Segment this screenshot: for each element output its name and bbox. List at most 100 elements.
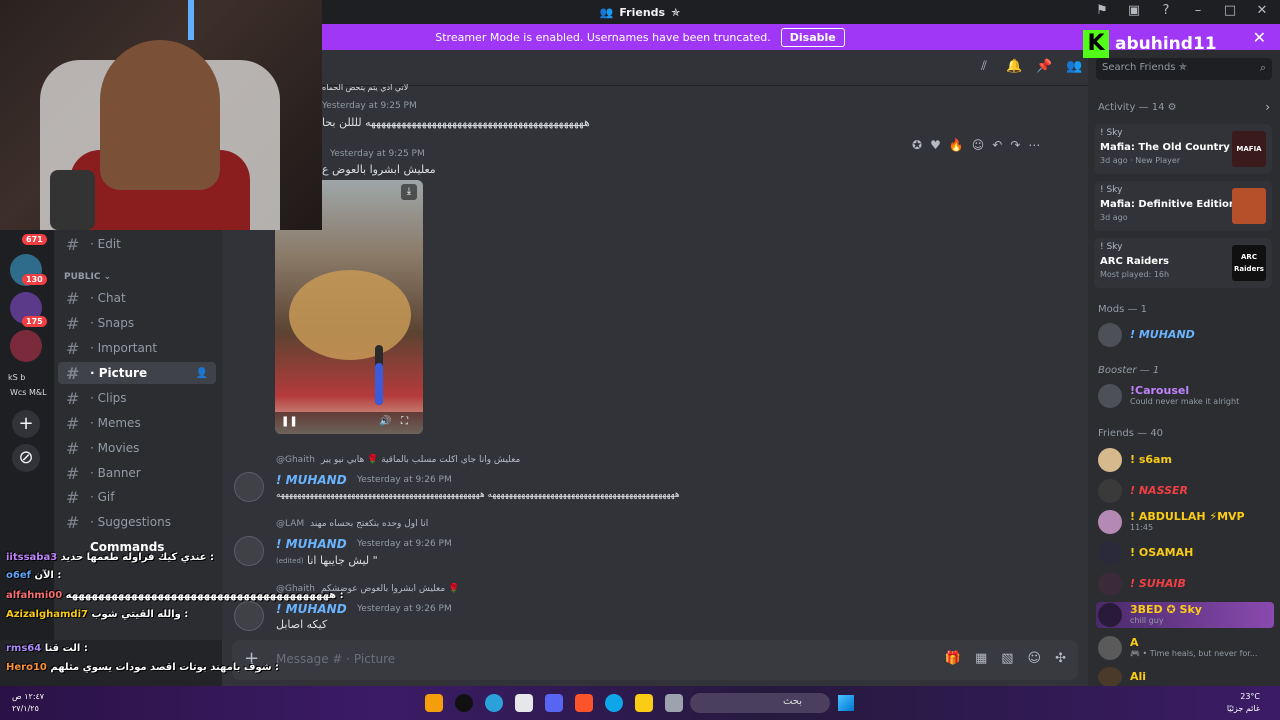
- system-clock[interactable]: ١٢:٤٧ ص ٢٧/١/٢٥: [12, 691, 44, 715]
- members-icon[interactable]: 👥: [1066, 59, 1082, 75]
- vlc-icon[interactable]: [425, 694, 443, 712]
- avatar[interactable]: [234, 536, 264, 566]
- message-input-bar: + Message # · Picture 🎁 ▦ ▧ ☺ ✣: [232, 640, 1078, 680]
- category-public[interactable]: PUBLIC ⌄: [64, 272, 111, 282]
- download-icon[interactable]: ⤓: [401, 184, 417, 200]
- member-item[interactable]: 3BED ✪ Sky chill guy: [1096, 602, 1274, 628]
- weather-temp: 23°C: [1240, 692, 1260, 701]
- avatar[interactable]: [234, 601, 264, 631]
- sticker-icon[interactable]: ▧: [1001, 651, 1013, 666]
- channel-memes[interactable]: # · Memes: [58, 412, 216, 434]
- avatar[interactable]: [234, 472, 264, 502]
- disable-button[interactable]: Disable: [780, 27, 845, 47]
- threads-icon[interactable]: ⫽: [976, 59, 992, 75]
- channel-label: · Movies: [90, 441, 140, 455]
- window-title: 👥 Friends ✯: [600, 6, 681, 19]
- channel-picture[interactable]: # · Picture 👤: [58, 362, 216, 384]
- channel-banner[interactable]: # · Banner: [58, 462, 216, 484]
- volume-slider[interactable]: [375, 345, 383, 405]
- gif-icon[interactable]: ▦: [975, 651, 987, 666]
- pin-icon[interactable]: 📌: [1036, 59, 1052, 75]
- search-friends-input[interactable]: Search Friends ✯ ⌕: [1096, 58, 1272, 80]
- message-input[interactable]: Message # · Picture: [276, 652, 395, 666]
- taskbar-apps: [425, 694, 683, 712]
- bell-icon[interactable]: 🔔: [1006, 59, 1022, 75]
- message-author[interactable]: ! MUHAND: [276, 473, 347, 487]
- brave-icon[interactable]: [575, 694, 593, 712]
- avatar: [1098, 479, 1122, 503]
- game-art: ARC Raiders: [1232, 245, 1266, 281]
- channel-chat[interactable]: # · Chat: [58, 287, 216, 309]
- clock-time: ١٢:٤٧ ص: [12, 692, 45, 701]
- obs-icon[interactable]: [455, 694, 473, 712]
- game-art: MAFIA: [1232, 131, 1266, 167]
- chevron-right-icon[interactable]: ›: [1265, 100, 1270, 114]
- telegram-icon[interactable]: [485, 694, 503, 712]
- webcam-overlay: [0, 0, 322, 230]
- server-folder-label-2[interactable]: Wcs M&L: [10, 388, 47, 397]
- maximize-icon[interactable]: □: [1222, 3, 1238, 19]
- reply-icon[interactable]: ↶: [992, 138, 1002, 152]
- reply-preview[interactable]: @Ghaith معليش وانا جاي اكلت مسلب بالماقية…: [276, 455, 520, 465]
- screen-icon[interactable]: ▣: [1126, 3, 1142, 19]
- channel-edit[interactable]: # · Edit: [58, 233, 216, 255]
- member-item[interactable]: ! s6am: [1096, 447, 1274, 473]
- member-item[interactable]: ! ABDULLAH ⚡MVP 11:45: [1096, 509, 1274, 535]
- gift-icon[interactable]: 🎁: [945, 651, 961, 666]
- channel-movies[interactable]: # · Movies: [58, 437, 216, 459]
- apps-icon[interactable]: ✣: [1055, 651, 1066, 666]
- windows-start-icon[interactable]: [838, 695, 854, 711]
- member-item[interactable]: ! NASSER: [1096, 478, 1274, 504]
- activity-header[interactable]: Activity — 14 ⚙: [1098, 102, 1177, 113]
- weather-widget[interactable]: 23°C غائم جزئيًا: [1227, 691, 1260, 715]
- more-icon[interactable]: ⋯: [1028, 138, 1040, 152]
- message-author[interactable]: ! MUHAND: [276, 602, 347, 616]
- pause-icon[interactable]: ❚❚: [281, 416, 298, 427]
- discover-icon[interactable]: ⊘: [12, 444, 40, 472]
- taskbar-search[interactable]: بحث: [690, 693, 830, 713]
- activity-card[interactable]: ! Sky Mafia: Definitive Edition 3d ago: [1094, 181, 1272, 231]
- star-reaction-icon[interactable]: ✪: [912, 138, 922, 152]
- channel-clips[interactable]: # · Clips: [58, 387, 216, 409]
- store-icon[interactable]: [665, 694, 683, 712]
- add-user-icon[interactable]: 👤: [196, 368, 208, 379]
- member-item[interactable]: A 🎮 • Time heals, but never for...: [1096, 635, 1274, 661]
- help-icon[interactable]: ?: [1158, 3, 1174, 19]
- inbox-icon[interactable]: ⚑: [1094, 3, 1110, 19]
- activity-card[interactable]: ! Sky Mafia: The Old Country 3d ago · Ne…: [1094, 124, 1272, 174]
- banner-close-icon[interactable]: ✕: [1253, 28, 1266, 47]
- channel-snaps[interactable]: # · Snaps: [58, 312, 216, 334]
- member-item[interactable]: Ali: [1096, 666, 1274, 687]
- minimize-icon[interactable]: –: [1190, 3, 1206, 19]
- overlay-user: iitssaba3: [6, 552, 58, 563]
- fullscreen-icon[interactable]: ⛶: [401, 416, 408, 427]
- channel-suggestions[interactable]: # · Suggestions: [58, 511, 216, 533]
- member-item[interactable]: ! SUHAIB: [1096, 571, 1274, 597]
- forward-icon[interactable]: ↷: [1010, 138, 1020, 152]
- activity-card[interactable]: ! Sky ARC Raiders Most played: 16h ARC R…: [1094, 238, 1272, 288]
- close-icon[interactable]: ✕: [1254, 3, 1270, 19]
- discord-icon[interactable]: [545, 694, 563, 712]
- reply-preview[interactable]: @LAM انا اول وحده بتكعتج بحساه مهند: [276, 519, 428, 529]
- overlay-msg-6: Hero10 شوف بامهند بوتات اقصد مودات يسوي …: [6, 662, 279, 673]
- streamer-face: [100, 40, 220, 190]
- fire-reaction-icon[interactable]: 🔥: [949, 138, 964, 152]
- member-item[interactable]: !Carousel Could never make it alright: [1096, 383, 1274, 409]
- avatar: [1098, 636, 1122, 660]
- add-reaction-icon[interactable]: ☺: [972, 138, 985, 152]
- heart-reaction-icon[interactable]: ♥: [930, 138, 941, 152]
- edge-icon[interactable]: [605, 694, 623, 712]
- member-item[interactable]: ! OSAMAH: [1096, 540, 1274, 566]
- add-server-icon[interactable]: +: [12, 410, 40, 438]
- volume-icon[interactable]: 🔊: [379, 416, 391, 427]
- overlay-text: شوف بامهند بوتات اقصد مودات يسوي مثلهم :: [50, 662, 280, 673]
- file-explorer-icon[interactable]: [635, 694, 653, 712]
- channel-important[interactable]: # · Important: [58, 337, 216, 359]
- channel-gif[interactable]: # · Gif: [58, 486, 216, 508]
- app-icon[interactable]: [515, 694, 533, 712]
- server-icon-3[interactable]: [10, 330, 42, 362]
- server-folder-label[interactable]: kS b: [8, 373, 25, 382]
- member-item[interactable]: ! MUHAND: [1096, 322, 1274, 348]
- emoji-icon[interactable]: ☺: [1028, 651, 1042, 666]
- message-author[interactable]: ! MUHAND: [276, 537, 347, 551]
